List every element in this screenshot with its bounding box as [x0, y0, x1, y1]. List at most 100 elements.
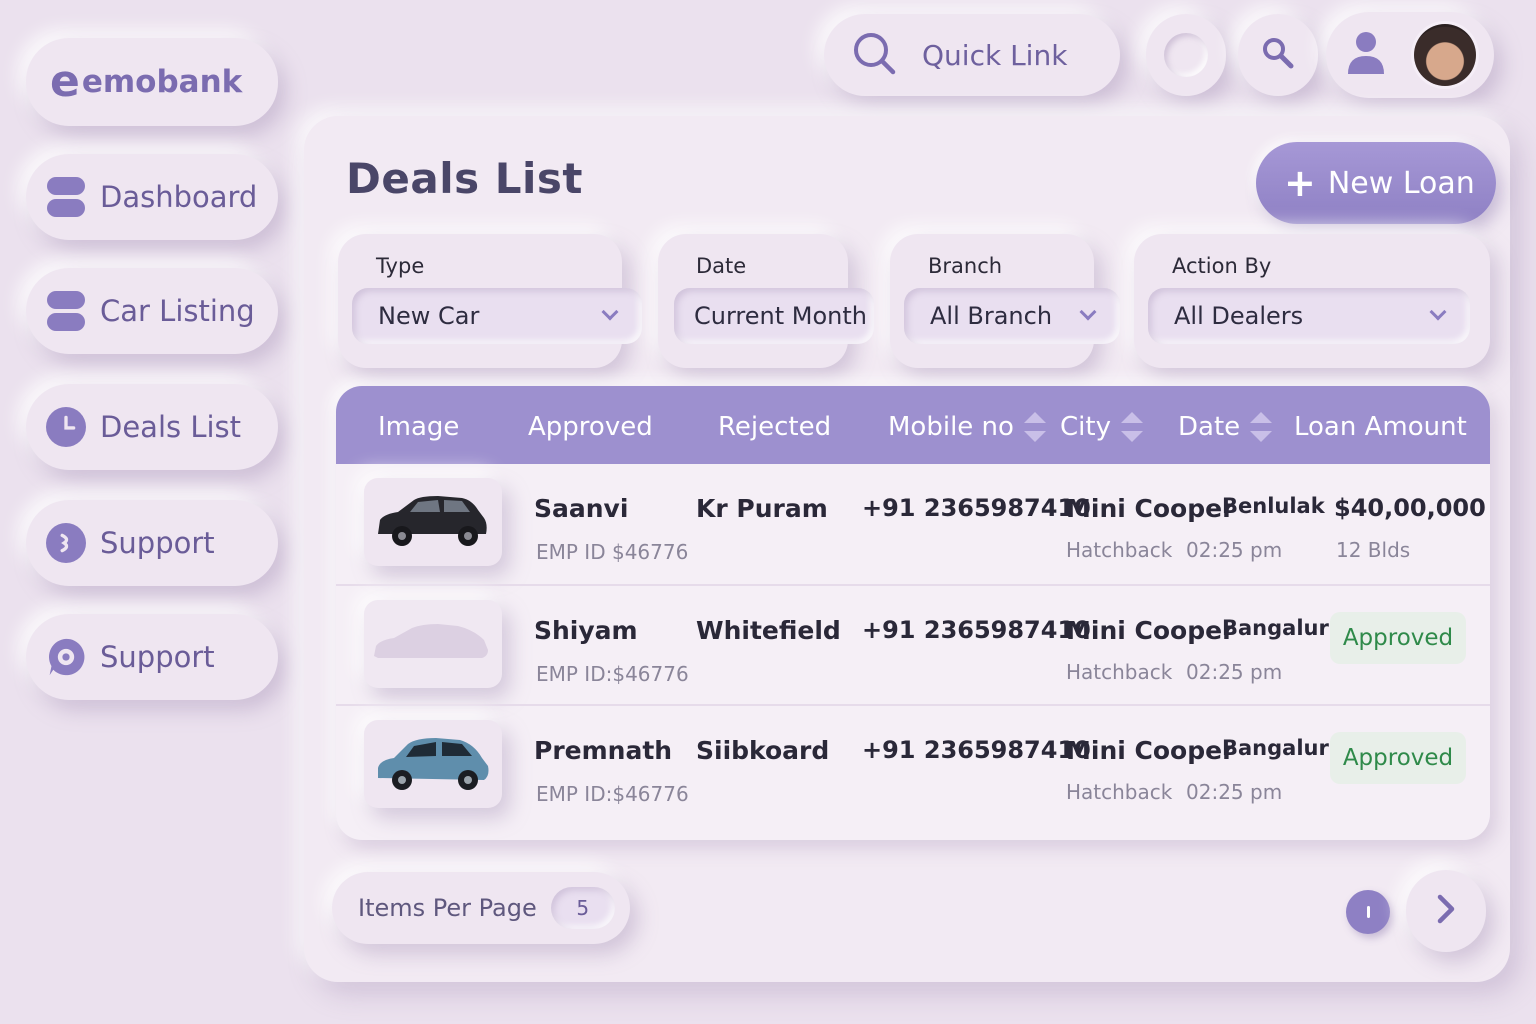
search-button[interactable]	[1238, 14, 1318, 96]
next-page-button[interactable]	[1406, 870, 1486, 952]
table-row[interactable]: Premnath EMP ID:$46776 Siibkoard +91 236…	[336, 704, 1490, 824]
column-header-city[interactable]: City	[1060, 412, 1143, 442]
action-by-select-value: All Dealers	[1174, 302, 1304, 330]
settings-chat-icon	[46, 637, 86, 677]
plus-icon: +	[1284, 161, 1316, 205]
clock-icon	[46, 407, 86, 447]
profile-menu[interactable]	[1326, 12, 1494, 98]
column-header-label: Date	[1178, 412, 1241, 442]
search-icon	[1261, 36, 1295, 74]
column-header-loan-amount[interactable]: Loan Amount	[1294, 412, 1467, 442]
bids-count: 12 Blds	[1336, 538, 1411, 562]
chevron-right-icon	[1433, 892, 1459, 930]
page-title: Deals List	[346, 154, 583, 203]
items-per-page-label: Items Per Page	[358, 894, 537, 922]
chevron-down-icon	[601, 303, 619, 321]
quick-link-label: Quick Link	[922, 38, 1068, 72]
customer-name: Shiyam	[534, 616, 638, 645]
employee-id: EMP ID:$46776	[536, 662, 689, 686]
type-select-value: New Car	[378, 302, 480, 330]
new-loan-button[interactable]: + New Loan	[1256, 142, 1496, 224]
column-header-rejected[interactable]: Rejected	[718, 412, 831, 442]
logo-text: emobank	[81, 64, 243, 100]
city: Bangaluru	[1222, 616, 1344, 640]
car-model: Mini Cooper	[1066, 494, 1235, 523]
stack-icon	[46, 291, 86, 331]
stack-icon	[46, 177, 86, 217]
sidebar-item-label: Support	[100, 640, 215, 674]
sidebar-item-support[interactable]: Support	[26, 500, 278, 586]
column-header-label: City	[1060, 412, 1111, 442]
car-type: Hatchback	[1066, 660, 1173, 684]
chevron-down-icon	[1079, 303, 1097, 321]
table-row[interactable]: Saanvi EMP ID $46776 Kr Puram +91 236598…	[336, 464, 1490, 584]
brand-logo[interactable]: e emobank	[26, 38, 278, 126]
column-header-image[interactable]: Image	[378, 412, 459, 442]
filter-label: Date	[696, 254, 747, 278]
new-loan-label: New Loan	[1327, 165, 1475, 201]
car-image	[364, 720, 502, 808]
branch-select-value: All Branch	[930, 302, 1053, 330]
quick-link-search[interactable]: Quick Link	[824, 14, 1120, 96]
mobile-number: +91 2365987410	[862, 736, 1091, 764]
status-badge: Approved	[1330, 612, 1466, 664]
sidebar-item-label: Deals List	[100, 410, 242, 444]
faded-car-image	[374, 624, 488, 658]
sidebar-item-dashboard[interactable]: Dashboard	[26, 154, 278, 240]
location: Whitefield	[696, 616, 841, 645]
chevron-down-icon	[1429, 303, 1447, 321]
filter-label: Action By	[1172, 254, 1272, 278]
page-1-button[interactable]	[1346, 890, 1390, 934]
logo-mark: e	[50, 56, 80, 107]
black-suv-image	[378, 496, 487, 546]
filter-label: Branch	[928, 254, 1003, 278]
car-image	[364, 600, 502, 688]
sidebar-item-deals-list[interactable]: Deals List	[26, 384, 278, 470]
items-per-page-select[interactable]: 5	[550, 887, 615, 929]
filter-label: Type	[376, 254, 425, 278]
mobile-number: +91 2365987410	[862, 616, 1091, 644]
city: Benlulak	[1222, 494, 1325, 518]
avatar[interactable]	[1414, 24, 1476, 86]
support-icon	[46, 523, 86, 563]
time: 02:25 pm	[1186, 780, 1283, 804]
sidebar-item-label: Car Listing	[100, 294, 255, 328]
type-select[interactable]: New Car	[352, 288, 642, 344]
car-model: Mini Cooper	[1066, 616, 1235, 645]
table-row[interactable]: Shiyam EMP ID:$46776 Whitefield +91 2365…	[336, 584, 1490, 704]
branch-select[interactable]: All Branch	[904, 288, 1120, 344]
customer-name: Premnath	[534, 736, 673, 765]
time: 02:25 pm	[1186, 538, 1283, 562]
circle-icon	[1164, 33, 1208, 77]
column-header-label: Mobile no	[888, 412, 1014, 442]
table-header: Image Approved Rejected Mobile no City D…	[336, 386, 1490, 464]
loan-amount: $40,00,000	[1334, 494, 1486, 522]
sort-icon	[1023, 412, 1046, 442]
car-model: Mini Cooper	[1066, 736, 1235, 765]
items-per-page: Items Per Page 5	[332, 872, 630, 944]
sort-icon	[1250, 412, 1273, 442]
city: Bangaluru	[1222, 736, 1344, 760]
column-header-mobile[interactable]: Mobile no	[888, 412, 1046, 442]
page-indicator-icon	[1366, 906, 1370, 918]
action-by-select[interactable]: All Dealers	[1148, 288, 1470, 344]
employee-id: EMP ID $46776	[536, 540, 689, 564]
column-header-date[interactable]: Date	[1178, 412, 1273, 442]
status-badge: Approved	[1330, 732, 1466, 784]
employee-id: EMP ID:$46776	[536, 782, 689, 806]
date-select[interactable]: Current Month	[674, 288, 874, 344]
location: Kr Puram	[696, 494, 828, 523]
sort-icon	[1120, 412, 1143, 442]
location: Siibkoard	[696, 736, 830, 765]
time: 02:25 pm	[1186, 660, 1283, 684]
column-header-approved[interactable]: Approved	[528, 412, 653, 442]
user-icon	[1346, 30, 1386, 80]
search-icon	[852, 31, 896, 79]
deals-table: Image Approved Rejected Mobile no City D…	[336, 386, 1490, 840]
car-type: Hatchback	[1066, 780, 1173, 804]
sidebar-item-car-listing[interactable]: Car Listing	[26, 268, 278, 354]
toggle-button[interactable]	[1146, 14, 1226, 96]
sidebar-item-label: Support	[100, 526, 215, 560]
sidebar-item-label: Dashboard	[100, 180, 258, 214]
sidebar-item-support-2[interactable]: Support	[26, 614, 278, 700]
